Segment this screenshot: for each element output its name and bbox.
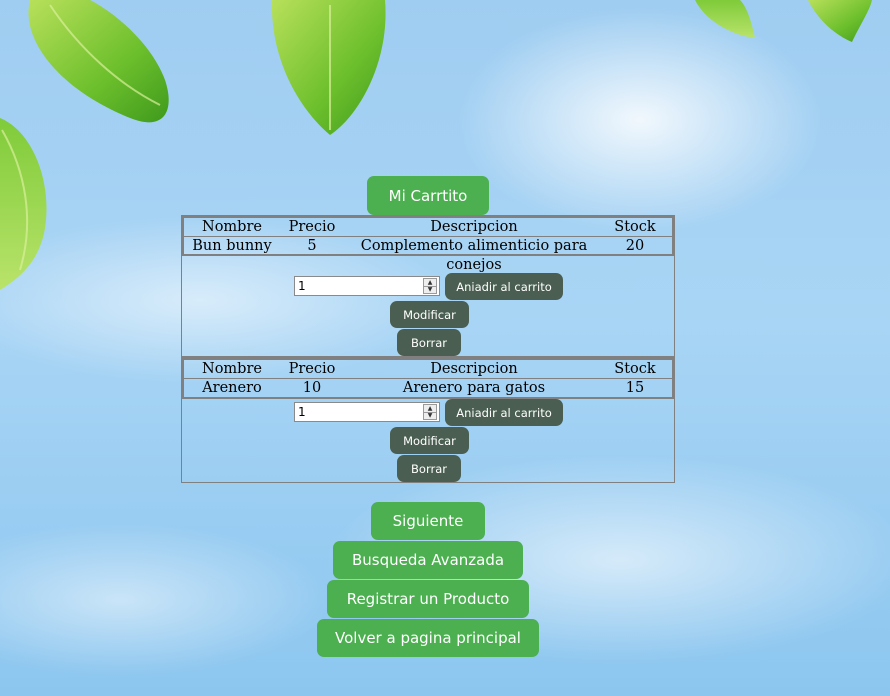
product-table: Nombre Precio Descripcion Stock Bun bunn… [182, 216, 674, 273]
quantity-stepper[interactable]: 1 ▲ ▼ [294, 276, 440, 296]
table-row: Arenero 10 Arenero para gatos 15 [184, 378, 672, 397]
advanced-search-button[interactable]: Busqueda Avanzada [333, 541, 523, 579]
register-product-button[interactable]: Registrar un Producto [327, 580, 529, 618]
modify-button[interactable]: Modificar [390, 301, 469, 328]
product-description: Arenero para gatos [402, 380, 546, 396]
add-to-cart-button[interactable]: Aniadir al carrito [445, 399, 563, 426]
quantity-value: 1 [298, 279, 306, 293]
add-to-cart-button[interactable]: Aniadir al carrito [445, 273, 563, 300]
column-header-price: Precio [288, 219, 336, 235]
product-card: Nombre Precio Descripcion Stock Bun bunn… [181, 215, 675, 357]
column-header-stock: Stock [614, 219, 656, 235]
modify-button[interactable]: Modificar [390, 427, 469, 454]
column-header-price: Precio [288, 361, 336, 377]
product-card: Nombre Precio Descripcion Stock Arenero … [181, 357, 675, 483]
product-stock: 15 [625, 380, 645, 396]
quantity-stepper[interactable]: 1 ▲ ▼ [294, 402, 440, 422]
spinner-down-icon[interactable]: ▼ [424, 286, 436, 293]
quantity-value: 1 [298, 405, 306, 419]
product-price: 5 [307, 238, 317, 254]
table-row: Bun bunny 5 Complemento alimenticio para… [184, 236, 672, 273]
product-description: Complemento alimenticio para conejos [360, 238, 588, 273]
table-header-row: Nombre Precio Descripcion Stock [184, 360, 672, 378]
column-header-name: Nombre [202, 361, 262, 377]
delete-button[interactable]: Borrar [397, 455, 461, 482]
column-header-description: Descripcion [430, 219, 518, 235]
delete-button[interactable]: Borrar [397, 329, 461, 356]
spinner[interactable]: ▲ ▼ [423, 278, 437, 294]
spinner-down-icon[interactable]: ▼ [424, 412, 436, 419]
product-name: Bun bunny [192, 238, 272, 254]
next-button[interactable]: Siguiente [371, 502, 485, 540]
back-home-button[interactable]: Volver a pagina principal [317, 619, 539, 657]
product-price: 10 [302, 380, 322, 396]
product-stock: 20 [625, 238, 645, 254]
product-name: Arenero [202, 380, 262, 396]
spinner[interactable]: ▲ ▼ [423, 404, 437, 420]
column-header-description: Descripcion [430, 361, 518, 377]
product-table: Nombre Precio Descripcion Stock Arenero … [182, 358, 674, 399]
table-header-row: Nombre Precio Descripcion Stock [184, 218, 672, 236]
column-header-stock: Stock [614, 361, 656, 377]
column-header-name: Nombre [202, 219, 262, 235]
cart-button[interactable]: Mi Carrtito [367, 176, 489, 215]
